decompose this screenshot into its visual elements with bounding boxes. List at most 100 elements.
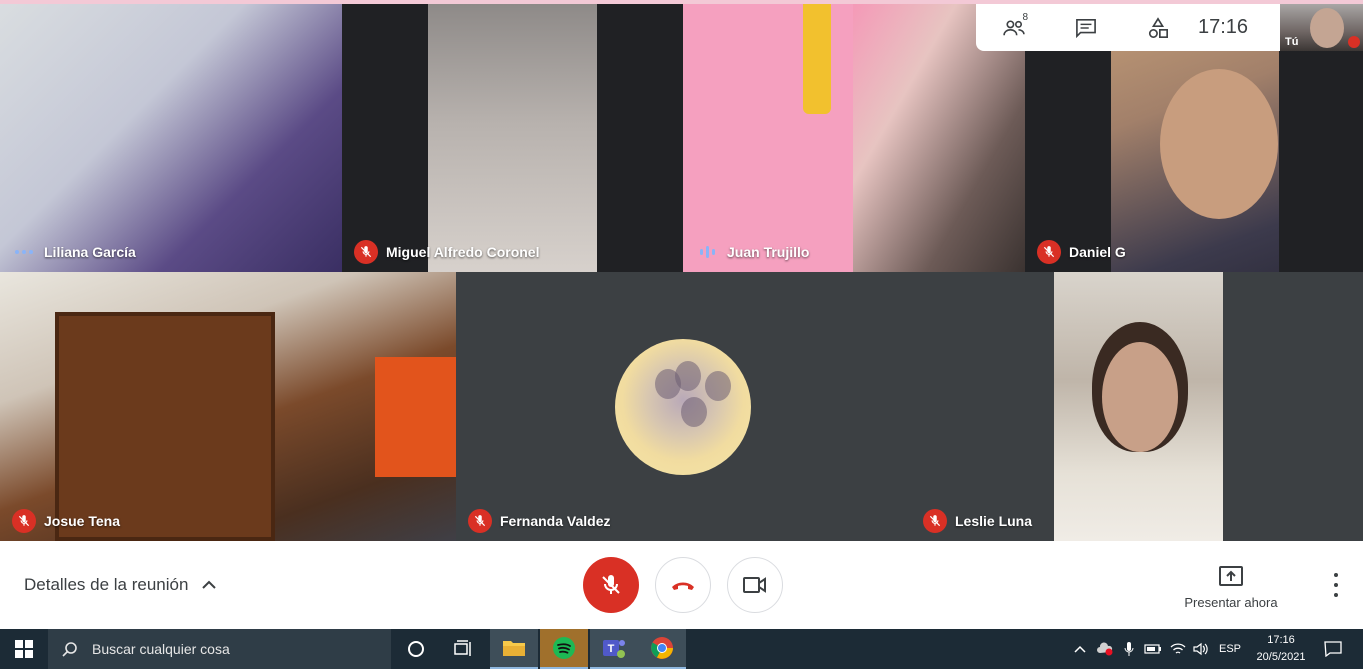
mic-off-icon — [12, 509, 36, 533]
mic-off-icon — [602, 575, 620, 594]
participant-name: Liliana García — [44, 244, 136, 260]
video-tile-josue[interactable]: Josue Tena — [0, 272, 456, 541]
clock-time: 17:16 — [1267, 634, 1295, 646]
windows-logo-icon — [15, 640, 33, 658]
cloud-error-icon — [1097, 642, 1113, 656]
face-shape — [1102, 342, 1178, 452]
participant-name: Fernanda Valdez — [500, 513, 611, 529]
participant-name: Daniel G — [1069, 244, 1126, 260]
participant-name: Leslie Luna — [955, 513, 1033, 529]
volume-button[interactable] — [1191, 629, 1211, 669]
notifications-button[interactable] — [1318, 629, 1348, 669]
meeting-details-button[interactable]: Detalles de la reunión — [24, 575, 217, 595]
microphone-toggle-button[interactable] — [583, 557, 639, 613]
taskbar-clock[interactable]: 17:16 20/5/2021 — [1248, 632, 1314, 666]
chevron-up-icon — [1074, 645, 1086, 653]
letterbox — [597, 4, 683, 272]
wifi-icon — [1170, 643, 1186, 654]
hang-up-icon — [672, 582, 694, 590]
cup-lid — [803, 4, 831, 114]
avatar — [615, 339, 751, 475]
chevron-up-icon — [202, 580, 217, 589]
teams-button[interactable]: T — [590, 629, 638, 669]
participant-label: Josue Tena — [12, 509, 120, 533]
meeting-controls-bar: Detalles de la reunión Presentar ahora — [0, 541, 1363, 629]
more-options-icon — [12, 240, 36, 264]
spotify-icon — [553, 637, 575, 659]
participant-name: Josue Tena — [44, 513, 120, 529]
participant-label: Fernanda Valdez — [468, 509, 610, 533]
audio-level-icon — [695, 240, 719, 264]
task-view-icon — [454, 640, 471, 656]
svg-text:T: T — [608, 643, 615, 655]
video-frame — [1054, 272, 1223, 541]
face-shape — [1160, 69, 1278, 219]
participant-name: Miguel Alfredo Coronel — [386, 244, 540, 260]
file-explorer-icon — [503, 641, 525, 656]
activities-icon — [1148, 16, 1168, 38]
letterbox — [342, 4, 428, 272]
taskbar-search-placeholder: Buscar cualquier cosa — [92, 641, 230, 657]
battery-icon — [1144, 644, 1161, 654]
video-camera-icon — [743, 577, 766, 593]
search-icon — [62, 642, 77, 657]
chrome-icon — [651, 637, 673, 659]
mic-off-icon — [468, 509, 492, 533]
video-tile-liliana[interactable]: Liliana García — [0, 4, 342, 272]
participant-label: Leslie Luna — [923, 509, 1032, 533]
people-count: 8 — [1022, 11, 1028, 23]
more-options-button[interactable] — [1326, 573, 1346, 597]
cortana-icon — [408, 641, 424, 657]
meeting-top-bar: 8 17:16 — [976, 4, 1280, 51]
video-tile-leslie[interactable]: Leslie Luna — [911, 272, 1363, 541]
mic-off-icon — [354, 240, 378, 264]
taskbar-search-box[interactable]: Buscar cualquier cosa — [48, 629, 391, 669]
present-now-button[interactable]: Presentar ahora — [1176, 563, 1286, 610]
onedrive-button[interactable] — [1094, 629, 1116, 669]
show-hidden-icons-button[interactable] — [1070, 629, 1090, 669]
participant-label: Juan Trujillo — [695, 240, 809, 264]
mic-off-icon — [1037, 240, 1061, 264]
notification-icon — [1324, 641, 1342, 657]
leave-call-button[interactable] — [655, 557, 711, 613]
more-dot — [1334, 583, 1338, 587]
participant-label: Daniel G — [1037, 240, 1126, 264]
input-language-button[interactable]: ESP — [1216, 629, 1244, 669]
teams-icon: T — [603, 640, 625, 658]
wifi-button[interactable] — [1168, 629, 1188, 669]
mic-off-icon — [923, 509, 947, 533]
spotify-button[interactable] — [540, 629, 588, 669]
self-view-tile[interactable]: Tú — [1280, 4, 1363, 51]
face-shape — [1310, 8, 1344, 48]
chrome-button[interactable] — [638, 629, 686, 669]
present-now-label: Presentar ahora — [1184, 595, 1278, 610]
task-view-button[interactable] — [440, 629, 488, 669]
file-explorer-button[interactable] — [490, 629, 538, 669]
start-button[interactable] — [0, 629, 48, 669]
video-tile-juan[interactable]: Juan Trujillo — [683, 4, 1025, 272]
camera-toggle-button[interactable] — [727, 557, 783, 613]
clock-date: 20/5/2021 — [1256, 651, 1306, 663]
mic-off-icon — [1348, 36, 1360, 48]
participant-label: Liliana García — [12, 240, 136, 264]
participant-name: Juan Trujillo — [727, 244, 810, 260]
meeting-details-label: Detalles de la reunión — [24, 575, 189, 594]
wall-shape — [375, 357, 456, 477]
language-label: ESP — [1218, 643, 1241, 655]
chat-button[interactable] — [1068, 10, 1104, 46]
activities-button[interactable] — [1140, 10, 1176, 46]
cabinet-shape — [55, 312, 275, 541]
cortana-button[interactable] — [392, 629, 440, 669]
battery-button[interactable] — [1143, 629, 1163, 669]
windows-taskbar: Buscar cualquier cosa T ESP 17:16 20/5/2… — [0, 629, 1363, 669]
present-screen-icon — [1219, 566, 1243, 586]
microphone-tray-button[interactable] — [1120, 629, 1138, 669]
participant-label: Miguel Alfredo Coronel — [354, 240, 539, 264]
more-dot — [1334, 573, 1338, 577]
meeting-clock: 17:16 — [1198, 16, 1249, 38]
more-dot — [1334, 593, 1338, 597]
video-tile-miguel[interactable]: Miguel Alfredo Coronel — [342, 4, 683, 272]
self-label: Tú — [1285, 36, 1299, 48]
people-button[interactable]: 8 — [996, 10, 1032, 46]
chat-icon — [1076, 18, 1096, 38]
